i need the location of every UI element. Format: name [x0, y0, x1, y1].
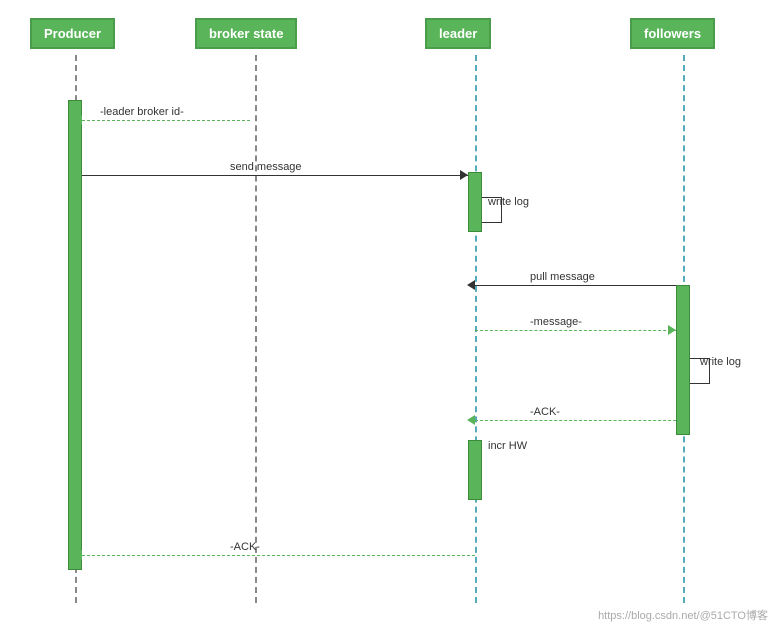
lifeline-leader	[475, 55, 477, 603]
arrow-send-message	[82, 175, 468, 176]
arrowhead-message	[668, 325, 676, 335]
label-incr-hw: incr HW	[488, 440, 527, 452]
activation-followers-1	[676, 285, 690, 435]
arrow-pull-message	[475, 285, 676, 286]
lifeline-broker-state	[255, 55, 257, 603]
activation-leader-1	[468, 172, 482, 232]
label-send-message: send message	[230, 161, 302, 173]
arrowhead-ack-followers-leader	[467, 415, 475, 425]
arrowhead-pull-message	[467, 280, 475, 290]
actor-leader: leader	[425, 18, 491, 49]
actor-broker-state: broker state	[195, 18, 297, 49]
arrow-leader-broker-id	[82, 120, 250, 121]
arrowhead-ack-leader-producer	[74, 550, 82, 560]
activation-producer	[68, 100, 82, 570]
sequence-diagram: Producer broker state leader followers -…	[0, 0, 778, 633]
actor-producer: Producer	[30, 18, 115, 49]
label-leader-broker-id: -leader broker id-	[100, 106, 184, 118]
arrow-ack-followers-leader	[475, 420, 676, 421]
label-write-log-leader: write log	[488, 196, 529, 208]
activation-leader-2	[468, 440, 482, 500]
arrowhead-leader-broker-id	[74, 115, 82, 125]
arrow-message	[475, 330, 676, 331]
arrowhead-send-message	[460, 170, 468, 180]
label-pull-message: pull message	[530, 271, 595, 283]
label-ack-followers-leader: -ACK-	[530, 406, 560, 418]
watermark: https://blog.csdn.net/@51CTO博客	[598, 607, 768, 623]
label-write-log-followers: write log	[700, 356, 741, 368]
actor-followers: followers	[630, 18, 715, 49]
label-message: -message-	[530, 316, 582, 328]
arrow-ack-leader-producer	[82, 555, 475, 556]
label-ack-leader-producer: -ACK-	[230, 541, 260, 553]
